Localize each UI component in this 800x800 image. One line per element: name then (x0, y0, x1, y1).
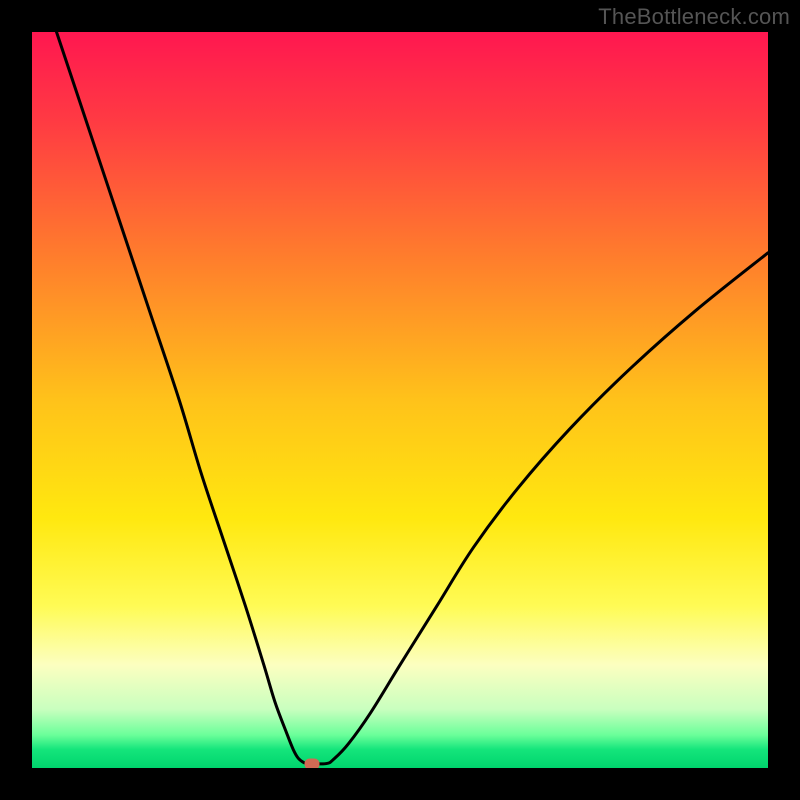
gradient-background (32, 32, 768, 768)
watermark-text: TheBottleneck.com (598, 4, 790, 30)
chart-frame: TheBottleneck.com (0, 0, 800, 800)
optimal-point-marker (304, 758, 319, 768)
plot-area (32, 32, 768, 768)
plot-svg (32, 32, 768, 768)
